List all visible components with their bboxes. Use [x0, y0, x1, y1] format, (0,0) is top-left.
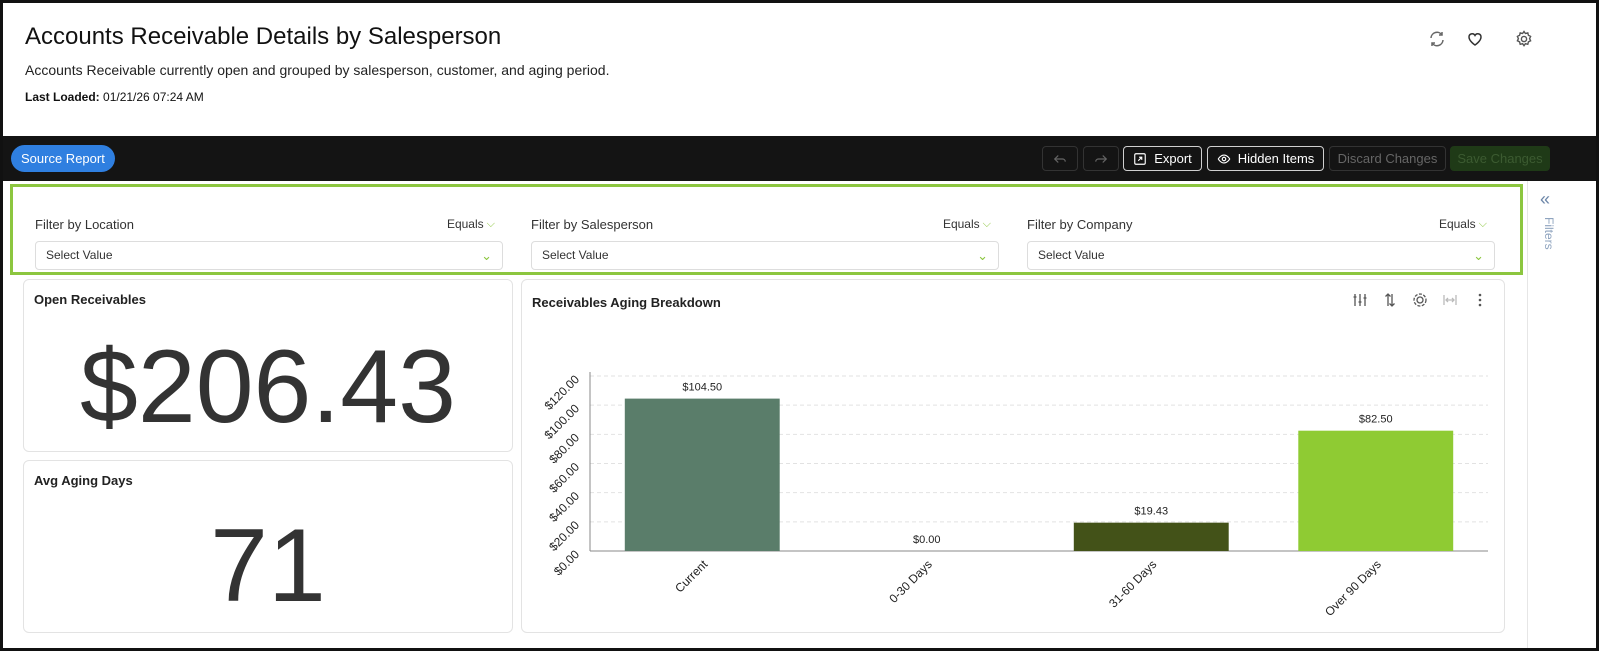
filter-location: Filter by Location Equals ⌵ Select Value… [35, 187, 503, 272]
x-tick-label: 31-60 Days [1106, 557, 1159, 610]
page-title: Accounts Receivable Details by Salespers… [25, 23, 502, 50]
bar-value-label: $104.50 [682, 382, 722, 394]
filter-salesperson-operator[interactable]: Equals ⌵ [943, 217, 991, 231]
eye-icon [1217, 153, 1231, 164]
x-tick-label: Over 90 Days [1322, 557, 1384, 619]
filters-rail-label[interactable]: Filters [1542, 217, 1556, 250]
y-tick-label: $40.00 [546, 489, 582, 525]
filter-salesperson: Filter by Salesperson Equals ⌵ Select Va… [531, 187, 999, 272]
filter-bar: Filter by Location Equals ⌵ Select Value… [10, 184, 1523, 275]
last-loaded-label: Last Loaded: [25, 90, 100, 104]
save-changes-button[interactable]: Save Changes [1450, 146, 1550, 171]
gear-icon[interactable] [1514, 29, 1534, 49]
export-icon [1134, 152, 1147, 165]
filter-company-select[interactable]: Select Value ⌄ [1027, 241, 1495, 270]
hidden-items-button[interactable]: Hidden Items [1207, 146, 1324, 171]
select-placeholder: Select Value [1038, 248, 1105, 262]
open-receivables-title: Open Receivables [34, 292, 146, 307]
operator-label: Equals [1438, 217, 1476, 231]
filters-rail: « Filters [1527, 181, 1596, 648]
filter-salesperson-label: Filter by Salesperson [531, 217, 654, 232]
chevron-down-icon: ⌵ [1478, 217, 1487, 230]
operator-label: Equals [942, 217, 980, 231]
heart-icon[interactable] [1465, 29, 1485, 49]
chevron-down-icon: ⌵ [982, 217, 991, 230]
bar-value-label: $0.00 [913, 534, 941, 546]
x-tick-label: Current [672, 557, 711, 596]
operator-label: Equals [446, 217, 484, 231]
filter-location-label: Filter by Location [35, 217, 134, 232]
last-loaded-value: 01/21/26 07:24 AM [103, 90, 204, 104]
bar-value-label: $82.50 [1359, 414, 1393, 426]
toolbar: Source Report Export Hidden Items Discar… [3, 136, 1596, 181]
chevron-down-icon: ⌄ [977, 248, 988, 263]
filter-company-operator[interactable]: Equals ⌵ [1439, 217, 1487, 231]
app-frame: Accounts Receivable Details by Salespers… [0, 0, 1599, 651]
open-receivables-value: $206.43 [80, 329, 456, 445]
filter-location-select[interactable]: Select Value ⌄ [35, 241, 503, 270]
undo-button[interactable] [1042, 146, 1078, 171]
refresh-icon[interactable] [1427, 29, 1447, 49]
y-tick-label: $20.00 [546, 518, 582, 554]
export-button[interactable]: Export [1123, 146, 1202, 171]
last-loaded: Last Loaded: 01/21/26 07:24 AM [25, 90, 204, 104]
source-report-button[interactable]: Source Report [11, 145, 115, 172]
chevron-down-icon: ⌄ [1473, 248, 1484, 263]
aging-bar-chart: $0.00$20.00$40.00$60.00$80.00$100.00$120… [542, 372, 1488, 619]
discard-changes-button[interactable]: Discard Changes [1329, 146, 1446, 171]
bar-over-90-days [1298, 430, 1454, 551]
select-placeholder: Select Value [542, 248, 609, 262]
open-receivables-card: Open Receivables $206.43 [23, 279, 513, 452]
export-label: Export [1154, 151, 1192, 166]
hidden-items-label: Hidden Items [1237, 151, 1315, 166]
avg-aging-days-value: 71 [210, 508, 326, 624]
avg-aging-days-title: Avg Aging Days [34, 473, 133, 488]
chevron-down-icon: ⌄ [481, 248, 492, 263]
filter-company: Filter by Company Equals ⌵ Select Value … [1027, 187, 1495, 272]
filter-salesperson-select[interactable]: Select Value ⌄ [531, 241, 999, 270]
select-placeholder: Select Value [46, 248, 113, 262]
bar-31-60-days [1073, 522, 1229, 551]
redo-icon [1095, 154, 1108, 163]
y-tick-label: $60.00 [546, 459, 582, 495]
undo-icon [1053, 154, 1066, 163]
filter-location-operator[interactable]: Equals ⌵ [447, 217, 495, 231]
bar-current [624, 398, 780, 551]
bar-value-label: $19.43 [1134, 506, 1168, 518]
avg-aging-days-card: Avg Aging Days 71 [23, 460, 513, 633]
page-subtitle: Accounts Receivable currently open and g… [25, 62, 610, 78]
page-header: Accounts Receivable Details by Salespers… [3, 3, 1596, 136]
aging-breakdown-card: Receivables Aging Breakdown $0.00 $20.00 $… [521, 279, 1505, 633]
collapse-chevron-icon[interactable]: « [1540, 189, 1550, 210]
x-tick-label: 0-30 Days [886, 557, 935, 606]
redo-button[interactable] [1083, 146, 1119, 171]
filter-company-label: Filter by Company [1027, 217, 1133, 232]
chevron-down-icon: ⌵ [486, 217, 495, 230]
